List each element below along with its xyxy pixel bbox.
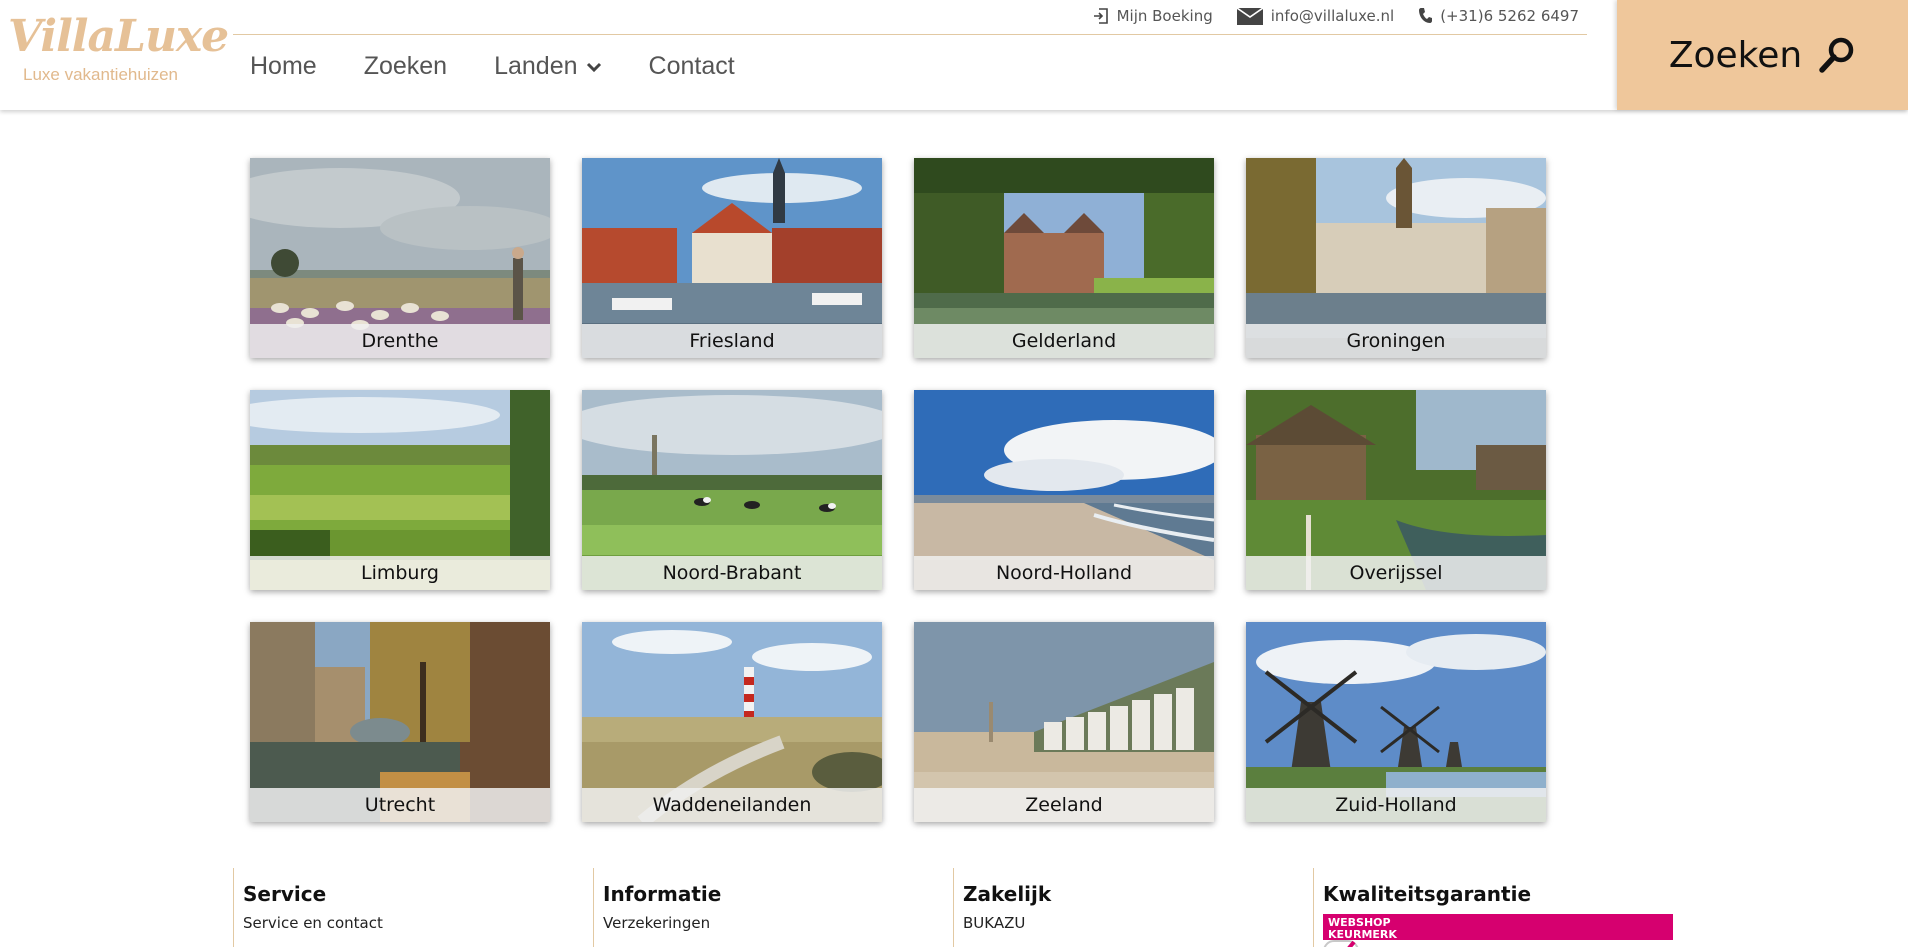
- region-tile-overijssel[interactable]: Overijssel: [1246, 390, 1546, 590]
- region-label: Limburg: [250, 556, 550, 590]
- region-label: Waddeneilanden: [582, 788, 882, 822]
- webshop-keurmerk-badge[interactable]: WEBSHOP KEURMERK: [1323, 914, 1673, 947]
- region-label: Utrecht: [250, 788, 550, 822]
- chevron-down-icon: [586, 62, 601, 72]
- email-label: info@villaluxe.nl: [1270, 7, 1395, 25]
- checkmark-icon: [1323, 940, 1359, 947]
- footer-col-informatie: Informatie Verzekeringen: [593, 868, 953, 947]
- region-tile-gelderland[interactable]: Gelderland: [914, 158, 1214, 358]
- main-nav: Home Zoeken Landen Contact: [250, 52, 782, 81]
- logo[interactable]: VillaLuxe Luxe vakantiehuizen: [8, 11, 229, 92]
- nav-landen[interactable]: Landen: [494, 52, 601, 81]
- my-booking-label: Mijn Boeking: [1116, 7, 1213, 25]
- footer-col-kwaliteitsgarantie: Kwaliteitsgarantie WEBSHOP KEURMERK: [1313, 868, 1673, 947]
- search-button-label: Zoeken: [1668, 34, 1803, 76]
- envelope-icon: [1236, 7, 1263, 25]
- region-tile-drenthe[interactable]: Drenthe: [250, 158, 550, 358]
- nav-home[interactable]: Home: [250, 52, 317, 81]
- region-tile-zuid-holland[interactable]: Zuid-Holland: [1246, 622, 1546, 822]
- region-label: Drenthe: [250, 324, 550, 358]
- footer-heading: Kwaliteitsgarantie: [1323, 882, 1532, 906]
- phone-link[interactable]: (+31)6 5262 6497: [1418, 7, 1579, 25]
- nav-landen-label: Landen: [494, 52, 578, 80]
- region-label: Noord-Holland: [914, 556, 1214, 590]
- footer-heading: Informatie: [603, 882, 722, 906]
- region-tile-noord-brabant[interactable]: Noord-Brabant: [582, 390, 882, 590]
- region-label: Noord-Brabant: [582, 556, 882, 590]
- footer-link-service-contact[interactable]: Service en contact: [243, 914, 593, 932]
- footer-heading: Zakelijk: [963, 882, 1052, 906]
- region-label: Gelderland: [914, 324, 1214, 358]
- region-tile-limburg[interactable]: Limburg: [250, 390, 550, 590]
- region-grid: Drenthe Friesland Gelderland Groningen L…: [250, 158, 1548, 822]
- footer-col-service: Service Service en contact: [233, 868, 593, 947]
- phone-icon: [1419, 8, 1433, 23]
- footer-link-bukazu[interactable]: BUKAZU: [963, 914, 1313, 932]
- region-tile-groningen[interactable]: Groningen: [1246, 158, 1546, 358]
- search-button[interactable]: Zoeken: [1617, 0, 1908, 110]
- keurmerk-text-box: WEBSHOP KEURMERK: [1323, 914, 1673, 941]
- nav-zoeken[interactable]: Zoeken: [364, 52, 447, 81]
- footer-link-verzekeringen[interactable]: Verzekeringen: [603, 914, 953, 932]
- region-tile-friesland[interactable]: Friesland: [582, 158, 882, 358]
- email-link[interactable]: info@villaluxe.nl: [1236, 7, 1395, 25]
- search-icon: [1819, 37, 1854, 73]
- region-tile-noord-holland[interactable]: Noord-Holland: [914, 390, 1214, 590]
- logo-wordmark: VillaLuxe: [8, 11, 229, 62]
- region-tile-zeeland[interactable]: Zeeland: [914, 622, 1214, 822]
- region-tile-utrecht[interactable]: Utrecht: [250, 622, 550, 822]
- logo-tagline: Luxe vakantiehuizen: [23, 65, 179, 84]
- site-header: VillaLuxe Luxe vakantiehuizen Mijn Boeki…: [0, 0, 1908, 110]
- region-label: Overijssel: [1246, 556, 1546, 590]
- region-label: Zeeland: [914, 788, 1214, 822]
- site-footer: Service Service en contact Informatie Ve…: [233, 868, 1673, 947]
- region-label: Friesland: [582, 324, 882, 358]
- my-booking-link[interactable]: Mijn Boeking: [1093, 7, 1213, 25]
- region-tile-waddeneilanden[interactable]: Waddeneilanden: [582, 622, 882, 822]
- topbar: Mijn Boeking info@villaluxe.nl (+31)6 52…: [233, 0, 1587, 35]
- region-label: Zuid-Holland: [1246, 788, 1546, 822]
- region-label: Groningen: [1246, 324, 1546, 358]
- topbar-links: Mijn Boeking info@villaluxe.nl (+31)6 52…: [1069, 7, 1579, 25]
- sign-in-icon: [1093, 8, 1108, 24]
- footer-heading: Service: [243, 882, 327, 906]
- footer-col-zakelijk: Zakelijk BUKAZU: [953, 868, 1313, 947]
- keurmerk-line2: KEURMERK: [1328, 928, 1397, 941]
- nav-contact[interactable]: Contact: [649, 52, 735, 81]
- phone-label: (+31)6 5262 6497: [1440, 7, 1579, 25]
